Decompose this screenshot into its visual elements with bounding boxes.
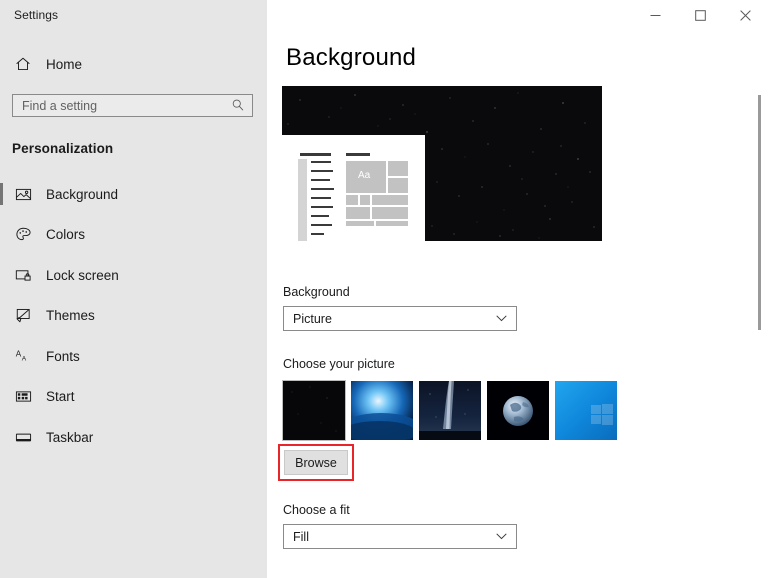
home-icon: [12, 53, 34, 75]
sidebar-nav: Background Colors: [0, 174, 267, 458]
tile-strip-2: [376, 221, 408, 226]
close-button[interactable]: [723, 0, 768, 30]
sidebar-item-lock-screen[interactable]: Lock screen: [0, 255, 267, 296]
tiles-header-bar: [346, 153, 370, 156]
sidebar-item-label: Start: [46, 389, 75, 404]
thumbnail-earth-globe[interactable]: [487, 381, 549, 440]
main-content: Background: [267, 0, 768, 578]
background-type-value: Picture: [284, 312, 496, 326]
fonts-aa-icon: A A: [12, 345, 34, 367]
svg-text:A: A: [21, 355, 26, 362]
choose-fit-label: Choose a fit: [283, 503, 350, 517]
picture-thumbnails: [283, 381, 617, 440]
list-header-bar: [300, 153, 331, 156]
sidebar-item-label: Lock screen: [46, 268, 119, 283]
sidebar-item-label: Fonts: [46, 349, 80, 364]
sidebar-item-label: Background: [46, 187, 118, 202]
palette-icon: [12, 224, 34, 246]
sidebar-item-label: Colors: [46, 227, 85, 242]
choose-fit-dropdown[interactable]: Fill: [283, 524, 517, 549]
sidebar-item-home[interactable]: Home: [0, 47, 267, 81]
sidebar-item-label: Taskbar: [46, 430, 93, 445]
minimize-button[interactable]: [633, 0, 678, 30]
background-preview: Aa: [282, 86, 602, 241]
sidebar-item-taskbar[interactable]: Taskbar: [0, 417, 267, 458]
choose-picture-label: Choose your picture: [283, 357, 395, 371]
app-list-column: [298, 159, 307, 241]
sidebar-section-title: Personalization: [0, 141, 267, 156]
background-label: Background: [283, 285, 350, 299]
sidebar-item-background[interactable]: Background: [0, 174, 267, 215]
window-controls: [633, 0, 768, 30]
picture-icon: [12, 183, 34, 205]
background-type-dropdown[interactable]: Picture: [283, 306, 517, 331]
tile-wide-3: [372, 207, 408, 219]
thumbnail-dark-starfield[interactable]: [283, 381, 345, 440]
chevron-down-icon: [496, 315, 516, 322]
chevron-down-icon: [496, 533, 516, 540]
sidebar-item-fonts[interactable]: A A Fonts: [0, 336, 267, 377]
brush-icon: [12, 305, 34, 327]
app-title: Settings: [0, 8, 58, 22]
thumbnail-blue-earth-glow[interactable]: [351, 381, 413, 440]
start-tiles-icon: [12, 386, 34, 408]
tile-small-2: [388, 178, 408, 193]
lock-screen-icon: [12, 264, 34, 286]
browse-button[interactable]: Browse: [284, 450, 348, 475]
tile-small-4: [360, 195, 370, 205]
start-menu-mock: Aa: [282, 135, 425, 241]
tile-wide-1: [372, 195, 408, 205]
title-bar: Settings: [0, 0, 267, 30]
maximize-button[interactable]: [678, 0, 723, 30]
sidebar-item-themes[interactable]: Themes: [0, 296, 267, 337]
tile-small-3: [346, 195, 358, 205]
page-title: Background: [286, 44, 416, 72]
tile-strip-1: [346, 221, 374, 226]
sidebar-item-colors[interactable]: Colors: [0, 215, 267, 256]
tile-wide-2: [346, 207, 370, 219]
sidebar: Settings Home Personalization: [0, 0, 267, 578]
search-container: [12, 94, 253, 117]
svg-text:A: A: [15, 349, 21, 358]
taskbar-icon: [12, 426, 34, 448]
search-input[interactable]: [12, 94, 253, 117]
sidebar-home-label: Home: [46, 57, 82, 72]
start-menu-aa-label: Aa: [358, 170, 370, 181]
sidebar-item-start[interactable]: Start: [0, 377, 267, 418]
thumbnail-windows-blue[interactable]: [555, 381, 617, 440]
tile-small-1: [388, 161, 408, 176]
sidebar-item-label: Themes: [46, 308, 95, 323]
settings-window: Settings Home Personalization: [0, 0, 768, 578]
choose-fit-value: Fill: [284, 530, 496, 544]
thumbnail-milky-way[interactable]: [419, 381, 481, 440]
content-scrollbar[interactable]: [758, 95, 761, 330]
